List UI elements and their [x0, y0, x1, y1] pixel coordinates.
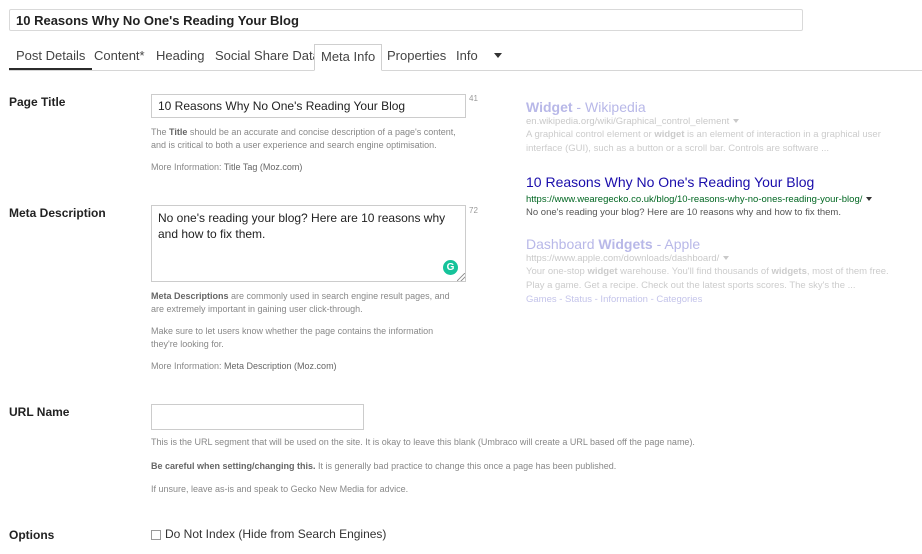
serp-result-description: Your one-stop widget warehouse. You'll f…: [526, 266, 889, 291]
serp-preview-description: No one's reading your blog? Here are 10 …: [526, 207, 841, 218]
page-title-label: Page Title: [9, 95, 66, 109]
serp-result-apple: Dashboard Widgets - Apple https://www.ap…: [526, 236, 922, 307]
url-dropdown-icon: [723, 256, 730, 261]
meta-description-textarea[interactable]: No one's reading your blog? Here are 10 …: [151, 205, 466, 282]
tab-meta-info[interactable]: Meta Info: [314, 44, 383, 71]
meta-description-char-count: 72: [469, 206, 478, 215]
serp-result-title: Widget - Wikipedia: [526, 99, 646, 115]
serp-result-title: Dashboard Widgets - Apple: [526, 236, 701, 252]
serp-preview-title: 10 Reasons Why No One's Reading Your Blo…: [526, 174, 815, 190]
serp-result-description: A graphical control element or widget is…: [526, 129, 881, 154]
meta-description-more-info: More Information: Meta Description (Moz.…: [151, 361, 337, 371]
serp-preview-url: https://www.wearegecko.co.uk/blog/10-rea…: [526, 193, 922, 206]
serp-result-preview: 10 Reasons Why No One's Reading Your Blo…: [526, 174, 922, 220]
tab-content[interactable]: Content*: [94, 44, 145, 70]
tab-heading[interactable]: Heading: [156, 44, 204, 70]
do-not-index-label[interactable]: Do Not Index (Hide from Search Engines): [165, 527, 386, 541]
tab-properties[interactable]: Properties: [387, 44, 446, 70]
page-title-help: The Title should be an accurate and conc…: [151, 127, 456, 150]
meta-description-label: Meta Description: [9, 206, 106, 220]
url-dropdown-icon: [866, 197, 873, 202]
page-title-input[interactable]: 10 Reasons Why No One's Reading Your Blo…: [151, 94, 466, 118]
grammarly-icon[interactable]: G: [443, 260, 458, 275]
tab-bar: Post Details Content* Heading Social Sha…: [9, 44, 922, 71]
options-label: Options: [9, 528, 55, 542]
tab-post-details[interactable]: Post Details: [9, 44, 93, 70]
tab-info[interactable]: Info: [456, 44, 478, 70]
title-tag-link[interactable]: Title Tag (Moz.com): [224, 162, 303, 172]
post-title-input[interactable]: 10 Reasons Why No One's Reading Your Blo…: [9, 9, 803, 31]
url-name-label: URL Name: [9, 405, 70, 419]
url-name-help: This is the URL segment that will be use…: [151, 437, 695, 447]
page-title-more-info: More Information: Title Tag (Moz.com): [151, 162, 303, 172]
url-dropdown-icon: [733, 119, 740, 124]
serp-sitelinks: Games - Status - Information - Categorie…: [526, 294, 703, 305]
do-not-index-checkbox[interactable]: [151, 530, 161, 540]
page-title-char-count: 41: [469, 94, 478, 103]
tab-social-share-data[interactable]: Social Share Data: [215, 44, 320, 70]
url-name-advice: If unsure, leave as-is and speak to Geck…: [151, 484, 409, 494]
serp-result-url: https://www.apple.com/downloads/dashboar…: [526, 252, 922, 265]
serp-result-url: en.wikipedia.org/wiki/Graphical_control_…: [526, 115, 922, 128]
meta-description-help: Meta Descriptions are commonly used in s…: [151, 291, 450, 314]
url-name-input[interactable]: [151, 404, 364, 430]
resize-handle-icon[interactable]: [457, 273, 465, 281]
url-name-warning: Be careful when setting/changing this. I…: [151, 461, 617, 471]
meta-description-link[interactable]: Meta Description (Moz.com): [224, 361, 337, 371]
serp-result-wikipedia: Widget - Wikipedia en.wikipedia.org/wiki…: [526, 99, 922, 156]
meta-description-help-2: Make sure to let users know whether the …: [151, 326, 434, 349]
tabs-more-dropdown-icon[interactable]: [494, 53, 502, 58]
